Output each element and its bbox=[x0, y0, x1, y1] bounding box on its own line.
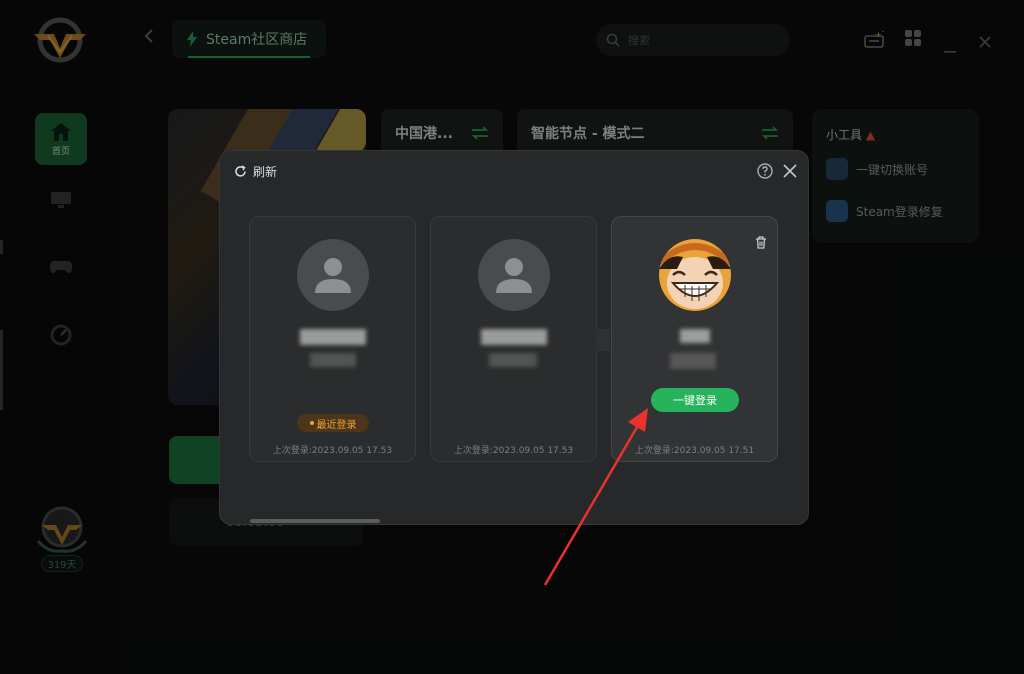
redacted-account-id bbox=[310, 353, 356, 367]
last-login-time: 上次登录:2023.09.05 17.53 bbox=[453, 446, 574, 456]
trash-icon bbox=[756, 236, 766, 249]
badge-dot bbox=[309, 421, 314, 425]
recent-login-badge: 最近登录 bbox=[297, 414, 369, 432]
delete-account-button[interactable] bbox=[755, 234, 767, 253]
default-user-avatar bbox=[478, 239, 550, 311]
anime-character-avatar bbox=[659, 239, 731, 315]
refresh-label: 刷新 bbox=[253, 165, 278, 179]
refresh-icon bbox=[235, 165, 246, 177]
recent-login-label: 最近登录 bbox=[316, 419, 357, 431]
redacted-username bbox=[300, 329, 366, 345]
last-login-time: 上次登录:2023.09.05 17.51 bbox=[634, 446, 755, 456]
default-user-avatar bbox=[297, 239, 369, 311]
close-icon bbox=[783, 164, 797, 178]
question-circle-icon bbox=[757, 163, 773, 179]
account-switch-dialog: 刷新 最近登录 上次登录:2023.09.05 17.53 上次登录:2023.… bbox=[219, 150, 809, 525]
horizontal-scrollbar[interactable] bbox=[250, 519, 380, 523]
redacted-account-id bbox=[670, 353, 716, 369]
redacted-username bbox=[680, 329, 710, 343]
user-icon bbox=[315, 258, 351, 293]
redacted-fragment bbox=[596, 329, 610, 351]
account-card[interactable]: 上次登录:2023.09.05 17.53 bbox=[430, 216, 597, 462]
refresh-button[interactable]: 刷新 bbox=[234, 163, 277, 180]
dialog-close-button[interactable] bbox=[783, 163, 797, 182]
one-click-login-button[interactable]: 一键登录 bbox=[651, 388, 739, 412]
account-card-selected[interactable]: 一键登录 上次登录:2023.09.05 17.51 bbox=[611, 216, 778, 462]
last-login-time: 上次登录:2023.09.05 17.53 bbox=[272, 446, 393, 456]
redacted-username bbox=[481, 329, 547, 345]
account-card[interactable]: 最近登录 上次登录:2023.09.05 17.53 bbox=[249, 216, 416, 462]
redacted-account-id bbox=[489, 353, 537, 367]
help-button[interactable] bbox=[757, 163, 773, 183]
user-icon bbox=[496, 258, 532, 293]
